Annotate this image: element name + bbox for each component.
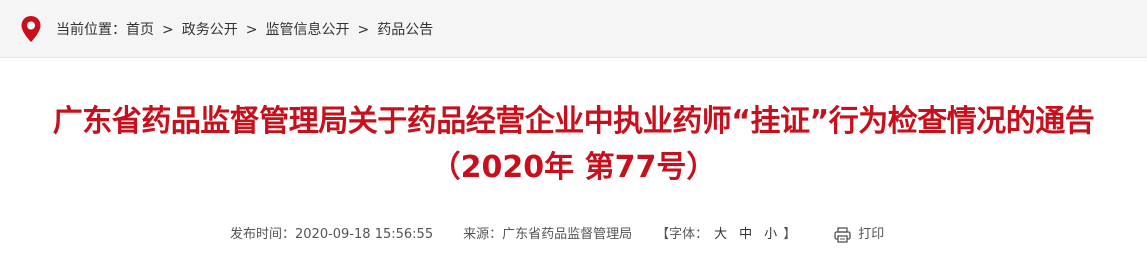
breadcrumb-item-government-affairs[interactable]: 政务公开	[182, 20, 238, 40]
article-meta: 发布时间： 2020-09-18 15:56:55 来源： 广东省药品监督管理局…	[230, 225, 884, 245]
breadcrumb-prefix: 当前位置：	[56, 22, 126, 38]
font-size-close: 】	[783, 227, 797, 242]
source: 广东省药品监督管理局	[502, 227, 633, 242]
location-pin-icon	[21, 16, 41, 42]
print-button[interactable]: 打印	[834, 225, 884, 245]
font-size-medium-button[interactable]: 中	[739, 225, 752, 245]
printer-icon	[834, 227, 851, 243]
breadcrumb-item-drug-notices[interactable]: 药品公告	[377, 20, 433, 40]
breadcrumb-bar: 当前位置： 首页 > 政务公开 > 监管信息公开 > 药品公告	[0, 0, 1147, 58]
font-size-open: 【字体：	[656, 227, 709, 242]
print-label: 打印	[858, 227, 885, 242]
article-title-main: 广东省药品监督管理局关于药品经营企业中执业药师“挂证”行为检查情况的通告	[52, 104, 1095, 139]
source-label: 来源：	[463, 227, 503, 242]
font-size-small-button[interactable]: 小	[764, 225, 777, 245]
font-size-large-button[interactable]: 大	[714, 225, 727, 245]
breadcrumb-item-home[interactable]: 首页	[126, 20, 154, 40]
breadcrumb-separator: >	[245, 22, 258, 38]
breadcrumb-separator: >	[162, 22, 174, 38]
breadcrumb-separator: >	[357, 22, 370, 38]
publish-time-label: 发布时间：	[230, 227, 296, 242]
breadcrumb-item-regulatory-info[interactable]: 监管信息公开	[265, 20, 349, 40]
breadcrumb: 当前位置： 首页 > 政务公开 > 监管信息公开 > 药品公告	[56, 20, 433, 40]
article-title-number: （2020年 第77号）	[430, 150, 717, 185]
publish-time: 2020-09-18 15:56:55	[295, 227, 434, 242]
article-title: 广东省药品监督管理局关于药品经营企业中执业药师“挂证”行为检查情况的通告 （20…	[0, 100, 1147, 190]
